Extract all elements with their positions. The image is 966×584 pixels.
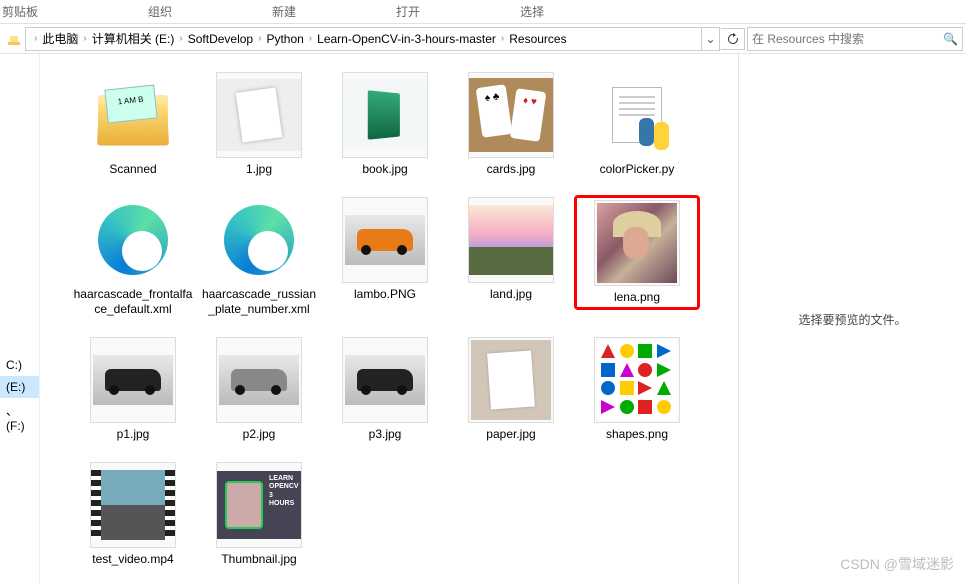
search-box[interactable]: 🔍	[747, 27, 963, 51]
chevron-icon: ›	[30, 33, 41, 44]
preview-empty-text: 选择要预览的文件。	[798, 311, 906, 328]
drive-c[interactable]: C:)	[0, 354, 39, 376]
video-thumb	[90, 462, 176, 548]
crumb-softdevelop[interactable]: SoftDevelop	[187, 30, 254, 48]
file-item-thumbnail[interactable]: Thumbnail.jpg	[196, 460, 322, 569]
file-item-cards[interactable]: cards.jpg	[448, 70, 574, 179]
file-grid: 1 AM B Scanned 1.jpg book.jpg cards.jpg	[40, 54, 738, 584]
crumb-python[interactable]: Python	[265, 30, 304, 48]
file-label: test_video.mp4	[92, 552, 173, 567]
folder-icon: 1 AM B	[90, 72, 176, 158]
ribbon-tab-organize[interactable]: 组织	[98, 3, 222, 20]
file-item-lena[interactable]: lena.png	[574, 195, 700, 310]
address-bar: › 此电脑 › 计算机相关 (E:) › SoftDevelop › Pytho…	[0, 24, 966, 54]
file-item-colorpicker[interactable]: colorPicker.py	[574, 70, 700, 179]
watermark: CSDN @雪域迷影	[840, 554, 954, 574]
file-label: paper.jpg	[486, 427, 535, 442]
breadcrumb[interactable]: › 此电脑 › 计算机相关 (E:) › SoftDevelop › Pytho…	[25, 27, 720, 51]
image-thumb	[216, 72, 302, 158]
image-thumb	[342, 197, 428, 283]
ribbon-tab-open[interactable]: 打开	[346, 3, 470, 20]
chevron-icon: ›	[175, 33, 186, 44]
preview-pane: 选择要预览的文件。	[738, 54, 966, 584]
file-item-1jpg[interactable]: 1.jpg	[196, 70, 322, 179]
drive-e[interactable]: (E:)	[0, 376, 39, 398]
image-thumb	[342, 72, 428, 158]
chevron-icon: ›	[254, 33, 265, 44]
file-label: Thumbnail.jpg	[221, 552, 296, 567]
file-label: p1.jpg	[117, 427, 150, 442]
chevron-icon: ›	[305, 33, 316, 44]
file-item-shapes[interactable]: shapes.png	[574, 335, 700, 444]
image-thumb	[468, 72, 554, 158]
image-thumb	[468, 197, 554, 283]
crumb-resources[interactable]: Resources	[508, 30, 567, 48]
file-item-p2[interactable]: p2.jpg	[196, 335, 322, 444]
file-label: 1.jpg	[246, 162, 272, 177]
file-label: p3.jpg	[369, 427, 402, 442]
file-item-land[interactable]: land.jpg	[448, 195, 574, 304]
file-item-lambo[interactable]: lambo.PNG	[322, 195, 448, 304]
file-label: haarcascade_frontalface_default.xml	[73, 287, 193, 317]
file-label: cards.jpg	[487, 162, 536, 177]
file-label: land.jpg	[490, 287, 532, 302]
crumb-thispc[interactable]: 此电脑	[41, 28, 79, 49]
crumb-learn-opencv[interactable]: Learn-OpenCV-in-3-hours-master	[316, 30, 497, 48]
file-label: p2.jpg	[243, 427, 276, 442]
ribbon-tab-select[interactable]: 选择	[470, 3, 594, 20]
ribbon-tab-clipboard[interactable]: 剪贴板	[0, 3, 98, 20]
drive-f[interactable]: 、 (F:)	[0, 398, 39, 437]
file-item-haarcascade-face[interactable]: haarcascade_frontalface_default.xml	[70, 195, 196, 319]
address-dropdown[interactable]: ⌄	[701, 28, 719, 50]
edge-icon	[90, 197, 176, 283]
file-label: shapes.png	[606, 427, 668, 442]
image-thumb	[216, 337, 302, 423]
file-item-scanned[interactable]: 1 AM B Scanned	[70, 70, 196, 179]
image-thumb	[216, 462, 302, 548]
image-thumb	[468, 337, 554, 423]
file-label: Scanned	[109, 162, 156, 177]
search-icon: 🔍	[943, 32, 958, 46]
image-thumb	[90, 337, 176, 423]
up-button[interactable]	[3, 28, 25, 50]
file-item-book[interactable]: book.jpg	[322, 70, 448, 179]
file-item-p3[interactable]: p3.jpg	[322, 335, 448, 444]
image-thumb	[594, 200, 680, 286]
chevron-icon: ›	[79, 33, 90, 44]
file-item-paper[interactable]: paper.jpg	[448, 335, 574, 444]
search-input[interactable]	[752, 32, 939, 46]
file-label: haarcascade_russian_plate_number.xml	[199, 287, 319, 317]
file-label: lambo.PNG	[354, 287, 416, 302]
file-item-haarcascade-plate[interactable]: haarcascade_russian_plate_number.xml	[196, 195, 322, 319]
file-label: colorPicker.py	[600, 162, 675, 177]
ribbon-tabs: 剪贴板 组织 新建 打开 选择	[0, 0, 966, 24]
refresh-button[interactable]	[721, 28, 745, 50]
image-thumb	[342, 337, 428, 423]
file-label: book.jpg	[362, 162, 407, 177]
file-item-p1[interactable]: p1.jpg	[70, 335, 196, 444]
chevron-icon: ›	[497, 33, 508, 44]
file-item-testvideo[interactable]: test_video.mp4	[70, 460, 196, 569]
ribbon-tab-new[interactable]: 新建	[222, 3, 346, 20]
python-file-icon	[594, 72, 680, 158]
edge-icon	[216, 197, 302, 283]
file-label: lena.png	[614, 290, 660, 305]
nav-sidebar: C:) (E:) 、 (F:)	[0, 54, 40, 584]
crumb-drive[interactable]: 计算机相关 (E:)	[91, 28, 176, 49]
image-thumb	[594, 337, 680, 423]
